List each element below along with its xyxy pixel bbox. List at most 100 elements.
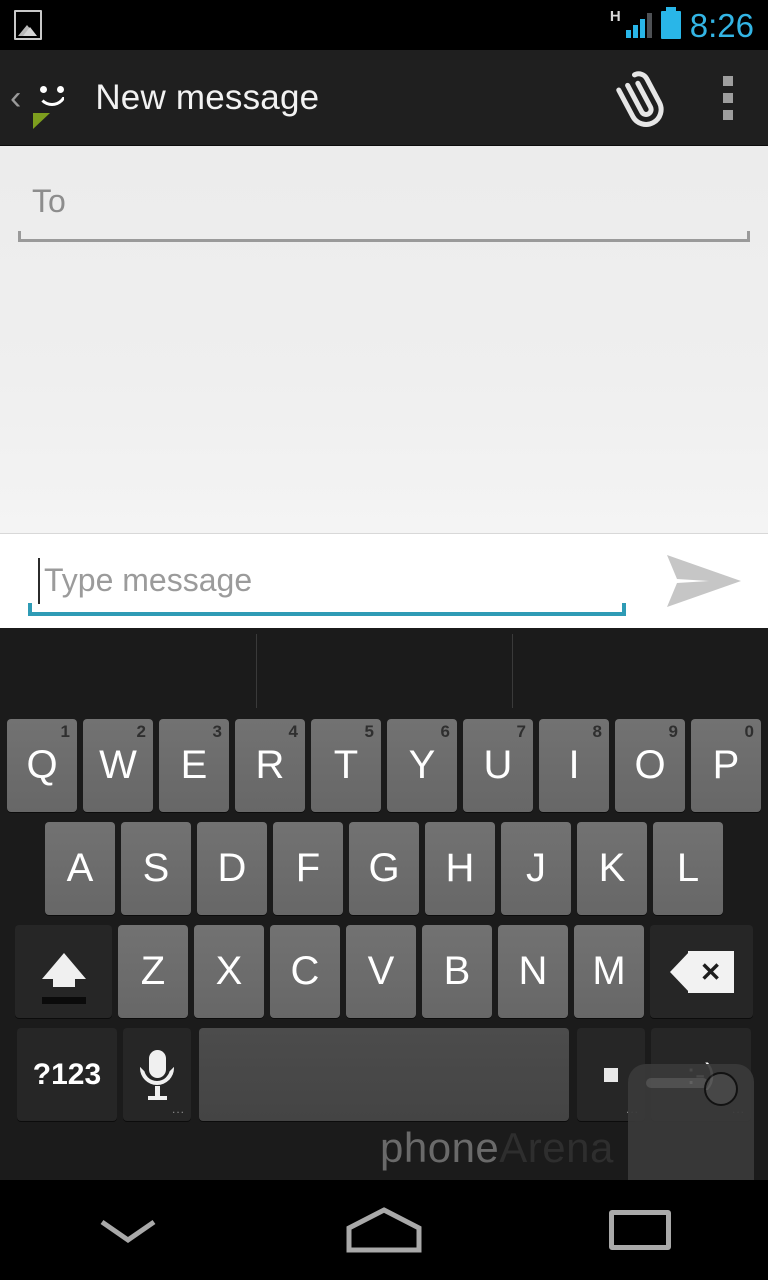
key-y[interactable]: 6Y xyxy=(387,719,457,812)
suggestion-slot[interactable] xyxy=(256,628,512,714)
key-o[interactable]: 9O xyxy=(615,719,685,812)
key-label: V xyxy=(367,949,395,993)
key-label: Y xyxy=(408,743,436,787)
back-chevron-icon[interactable]: ‹ xyxy=(0,81,25,115)
recents-rectangle-icon xyxy=(609,1210,671,1250)
key-hint-dots: ... xyxy=(731,1102,745,1116)
key-label: L xyxy=(676,846,700,890)
key-g[interactable]: G xyxy=(349,822,419,915)
key-label: W xyxy=(99,743,137,787)
message-underline xyxy=(28,603,626,616)
overflow-menu-icon[interactable] xyxy=(688,50,768,146)
key-s[interactable]: S xyxy=(121,822,191,915)
key-number: 2 xyxy=(136,722,146,741)
message-input[interactable]: Type message xyxy=(28,554,626,616)
key-label: O xyxy=(634,743,666,787)
space-key[interactable] xyxy=(199,1028,569,1121)
keyboard-row-4: ?123 ... ... :-) ... xyxy=(0,1023,768,1126)
key-i[interactable]: 8I xyxy=(539,719,609,812)
key-label: K xyxy=(598,846,626,890)
key-number: 5 xyxy=(364,722,374,741)
keyboard-row-2: A S D F G H J K L xyxy=(0,817,768,920)
key-label: T xyxy=(333,743,359,787)
recipient-field[interactable]: To xyxy=(18,170,750,242)
picture-icon xyxy=(14,10,42,40)
key-w[interactable]: 2W xyxy=(83,719,153,812)
key-e[interactable]: 3E xyxy=(159,719,229,812)
key-n[interactable]: N xyxy=(498,925,568,1018)
suggestion-strip xyxy=(0,628,768,714)
key-label: A xyxy=(66,846,94,890)
key-label: D xyxy=(217,846,247,890)
key-c[interactable]: C xyxy=(270,925,340,1018)
key-label: J xyxy=(526,846,546,890)
recipient-underline xyxy=(18,231,750,242)
key-number: 7 xyxy=(516,722,526,741)
key-l[interactable]: L xyxy=(653,822,723,915)
key-number: 1 xyxy=(60,722,70,741)
suggestion-slot[interactable] xyxy=(512,628,768,714)
paperclip-icon[interactable] xyxy=(592,50,688,146)
key-h[interactable]: H xyxy=(425,822,495,915)
keyboard-hide-chevron-icon xyxy=(100,1219,156,1244)
key-label: F xyxy=(295,846,321,890)
text-caret xyxy=(38,558,40,604)
key-z[interactable]: Z xyxy=(118,925,188,1018)
status-bar-clock: 8:26 xyxy=(689,6,754,44)
key-label: H xyxy=(445,846,475,890)
suggestion-slot[interactable] xyxy=(0,628,256,714)
backspace-key[interactable]: ✕ xyxy=(650,925,753,1018)
recents-button[interactable] xyxy=(550,1180,730,1280)
recipient-placeholder: To xyxy=(32,183,66,219)
period-key[interactable]: ... xyxy=(577,1028,645,1121)
key-f[interactable]: F xyxy=(273,822,343,915)
emoticon-key[interactable]: :-) ... xyxy=(651,1028,751,1121)
navigation-bar xyxy=(0,1180,768,1280)
key-r[interactable]: 4R xyxy=(235,719,305,812)
key-hint-dots: ... xyxy=(625,1102,639,1116)
shift-key[interactable] xyxy=(15,925,112,1018)
key-label: N xyxy=(518,949,548,993)
messaging-bubble-icon[interactable] xyxy=(25,73,79,129)
home-button[interactable] xyxy=(294,1180,474,1280)
symbols-key[interactable]: ?123 xyxy=(17,1028,117,1121)
network-type-label: H xyxy=(609,7,621,25)
key-label: C xyxy=(290,949,320,993)
key-q[interactable]: 1Q xyxy=(7,719,77,812)
keyboard-hide-button[interactable] xyxy=(38,1180,218,1280)
key-label: X xyxy=(215,949,243,993)
signal-bars-icon xyxy=(625,12,652,38)
key-a[interactable]: A xyxy=(45,822,115,915)
microphone-key[interactable]: ... xyxy=(123,1028,191,1121)
status-bar-right: H 8:26 xyxy=(609,6,768,44)
message-input-bar: Type message xyxy=(0,533,768,628)
on-screen-keyboard: 1Q 2W 3E 4R 5T 6Y 7U 8I 9O 0P A S D F G … xyxy=(0,628,768,1180)
key-number: 4 xyxy=(288,722,298,741)
key-x[interactable]: X xyxy=(194,925,264,1018)
send-button[interactable] xyxy=(658,546,750,616)
status-bar: H 8:26 xyxy=(0,0,768,50)
key-u[interactable]: 7U xyxy=(463,719,533,812)
key-number: 9 xyxy=(668,722,678,741)
key-label: Q xyxy=(26,743,58,787)
key-d[interactable]: D xyxy=(197,822,267,915)
backspace-icon: ✕ xyxy=(669,950,734,993)
emoticon-key-label: :-) xyxy=(686,1057,716,1091)
compose-body: To xyxy=(0,146,768,533)
message-placeholder: Type message xyxy=(44,562,253,598)
key-p[interactable]: 0P xyxy=(691,719,761,812)
key-number: 8 xyxy=(592,722,602,741)
key-b[interactable]: B xyxy=(422,925,492,1018)
key-label: S xyxy=(142,846,170,890)
key-t[interactable]: 5T xyxy=(311,719,381,812)
action-bar-actions xyxy=(592,50,768,146)
key-number: 3 xyxy=(212,722,222,741)
key-m[interactable]: M xyxy=(574,925,644,1018)
keyboard-row-3: Z X C V B N M ✕ xyxy=(0,920,768,1023)
key-label: M xyxy=(592,949,626,993)
keyboard-row-1: 1Q 2W 3E 4R 5T 6Y 7U 8I 9O 0P xyxy=(0,714,768,817)
key-j[interactable]: J xyxy=(501,822,571,915)
key-k[interactable]: K xyxy=(577,822,647,915)
key-label: G xyxy=(368,846,400,890)
key-v[interactable]: V xyxy=(346,925,416,1018)
